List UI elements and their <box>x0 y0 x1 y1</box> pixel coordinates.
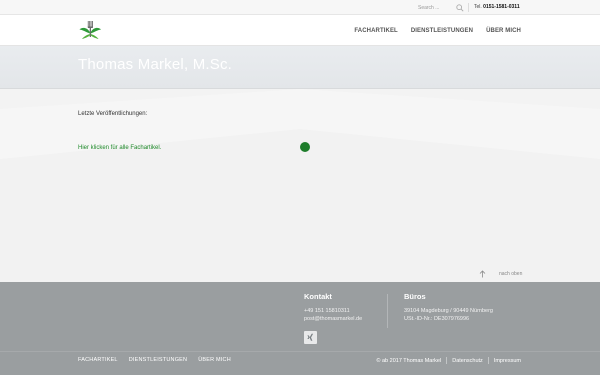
topbar-divider <box>468 3 469 12</box>
bueros-ust: USt.-ID-Nr.: DE307976996 <box>404 316 470 322</box>
arrow-up-icon[interactable] <box>477 269 487 279</box>
main-content: Letzte Veröffentlichungen: Hier klicken … <box>0 89 600 282</box>
nav-dienstleistungen[interactable]: DIENSTLEISTUNGEN <box>411 28 473 34</box>
page: Tel. 0151-1581-0311 FACHARTIKEL DIENSTLE… <box>0 0 600 375</box>
kontakt-heading: Kontakt <box>304 292 332 301</box>
impressum-link[interactable]: Impressum <box>494 358 521 364</box>
nav-ueber-mich[interactable]: ÜBER MICH <box>486 28 521 34</box>
back-to-top-label[interactable]: nach oben <box>499 271 522 277</box>
legal-divider <box>487 357 489 364</box>
footer-divider <box>387 294 388 328</box>
xing-icon[interactable] <box>304 331 317 344</box>
footer-nav-ueber-mich[interactable]: ÜBER MICH <box>198 357 231 363</box>
phone-info: Tel. 0151-1581-0311 <box>474 0 520 15</box>
topbar: Tel. 0151-1581-0311 <box>0 0 600 15</box>
title-banner: Thomas Markel, M.Sc. <box>0 46 600 89</box>
leaf-fork-logo[interactable] <box>78 18 102 42</box>
background-decoration <box>0 89 600 282</box>
copyright: © ab 2017 Thomas Markel <box>376 357 442 364</box>
search-input[interactable] <box>418 4 452 11</box>
loading-spinner <box>300 142 310 152</box>
publications-intro: Letzte Veröffentlichungen: <box>78 111 148 117</box>
datenschutz-link[interactable]: Datenschutz <box>452 358 483 364</box>
footer-bueros: Büros 39104 Magdeburg / 90449 Nürnberg U… <box>404 292 493 323</box>
footer-legal: © ab 2017 Thomas Markel Datenschutz Impr… <box>376 357 521 364</box>
legal-divider <box>446 357 448 364</box>
bueros-heading: Büros <box>404 292 426 301</box>
all-articles-link[interactable]: Hier klicken für alle Fachartikel. <box>78 145 161 151</box>
header: FACHARTIKEL DIENSTLEISTUNGEN ÜBER MICH <box>0 15 600 46</box>
kontakt-phone[interactable]: +49 151 15810311 <box>304 307 362 315</box>
footer-nav-fachartikel[interactable]: FACHARTIKEL <box>78 357 118 363</box>
phone-prefix: Tel. <box>474 4 482 10</box>
footer-separator <box>0 351 600 352</box>
kontakt-email[interactable]: post@thomasmarkel.de <box>304 315 362 323</box>
phone-number[interactable]: 0151-1581-0311 <box>483 4 519 10</box>
search-box[interactable] <box>418 0 464 15</box>
search-icon[interactable] <box>456 3 464 12</box>
main-nav: FACHARTIKEL DIENSTLEISTUNGEN ÜBER MICH <box>354 15 521 46</box>
bueros-locations: 39104 Magdeburg / 90449 Nürnberg <box>404 308 493 314</box>
nav-fachartikel[interactable]: FACHARTIKEL <box>354 28 397 34</box>
footer-nav: FACHARTIKEL DIENSTLEISTUNGEN ÜBER MICH <box>78 357 231 363</box>
footer-kontakt: Kontakt +49 151 15810311 post@thomasmark… <box>304 292 362 323</box>
page-title: Thomas Markel, M.Sc. <box>78 56 233 73</box>
footer-nav-dienstleistungen[interactable]: DIENSTLEISTUNGEN <box>129 357 188 363</box>
back-to-top[interactable]: nach oben <box>477 269 522 279</box>
footer: Kontakt +49 151 15810311 post@thomasmark… <box>0 282 600 375</box>
